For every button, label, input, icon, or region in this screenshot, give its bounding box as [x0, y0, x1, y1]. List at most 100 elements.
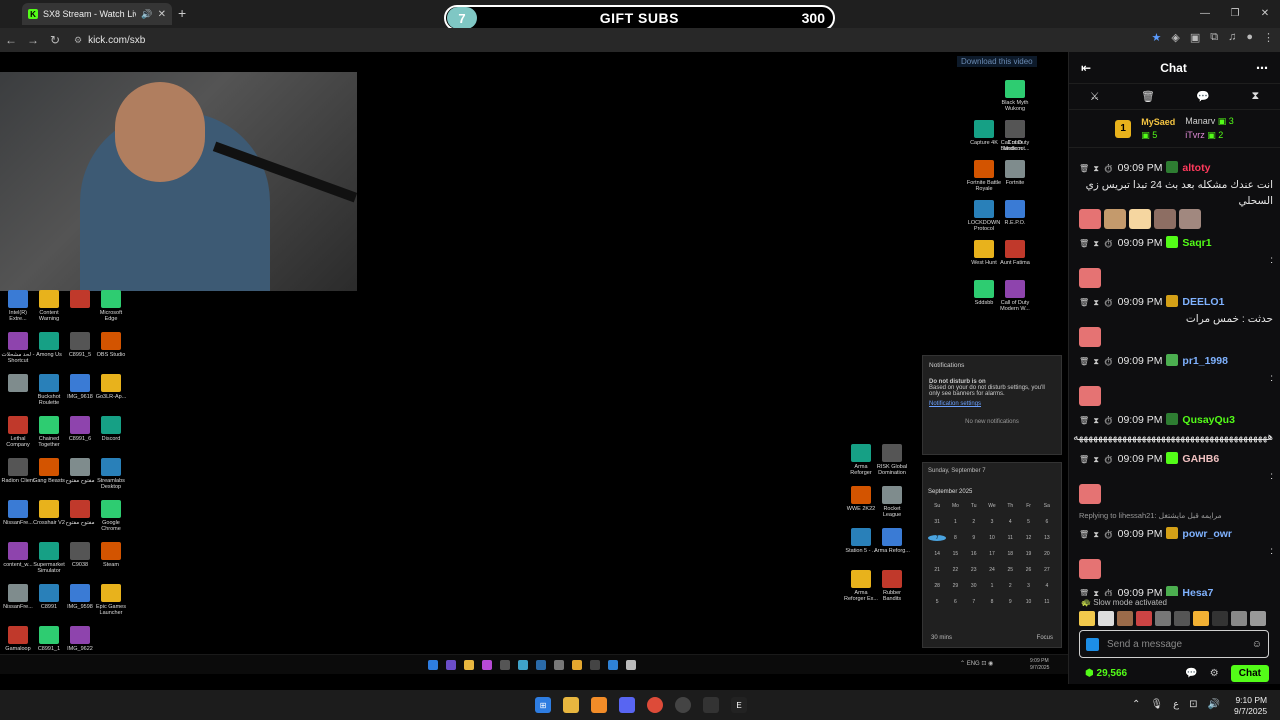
mod-action-icons[interactable]: 🗑 ⧗ ⏱	[1079, 530, 1118, 539]
calendar-day-cell[interactable]: 10	[983, 535, 1001, 541]
chat-message[interactable]: 🗑 ⧗ ⏱ 09:09 PM pr1_1998:	[1079, 353, 1273, 406]
emote-button[interactable]	[1136, 611, 1152, 626]
kick-emote-icon[interactable]	[1086, 637, 1099, 651]
bookmark-star-icon[interactable]: ★	[1151, 31, 1161, 44]
calendar-day-cell[interactable]: 8	[983, 599, 1001, 605]
calendar-day-cell[interactable]: 9	[1001, 599, 1019, 605]
mod-action-icons[interactable]: 🗑 ⧗ ⏱	[1079, 357, 1118, 366]
emote-button[interactable]	[1193, 611, 1209, 626]
calendar-day-cell[interactable]: 4	[1001, 519, 1019, 525]
calendar-day-cell[interactable]: 22	[946, 567, 964, 573]
microphone-icon[interactable]: 🎙	[1150, 699, 1163, 710]
calendar-day-cell[interactable]: 18	[1001, 551, 1019, 557]
mod-action-icons[interactable]: 🗑 ⧗ ⏱	[1079, 589, 1118, 596]
chat-options-icon[interactable]: ⋯	[1256, 61, 1268, 75]
file-explorer-icon[interactable]	[563, 697, 579, 713]
calendar-day-cell[interactable]: 8	[946, 535, 964, 541]
calendar-day-cell[interactable]: 9	[965, 535, 983, 541]
send-chat-button[interactable]: Chat	[1230, 664, 1269, 682]
chat-settings-icon[interactable]: ⚙	[1210, 668, 1219, 679]
speaker-icon[interactable]: 🔊	[141, 9, 152, 20]
trash-icon[interactable]: 🗑	[1141, 90, 1155, 103]
calendar-day-cell[interactable]: 24	[983, 567, 1001, 573]
calendar-day-cell[interactable]: 6	[1038, 519, 1056, 525]
reply-reference[interactable]: Replying to lihessah21: مرايمه قبل مايشت…	[1079, 508, 1273, 524]
download-video-link[interactable]: Download this video	[957, 56, 1037, 67]
calendar-day-cell[interactable]: 5	[1019, 519, 1037, 525]
forward-icon[interactable]: →	[22, 33, 44, 47]
emote-button[interactable]	[1155, 611, 1171, 626]
mod-action-icons[interactable]: 🗑 ⧗ ⏱	[1079, 416, 1118, 425]
close-tab-icon[interactable]: ✕	[158, 9, 166, 20]
channel-points[interactable]: ⬢ 29,566	[1085, 668, 1185, 679]
calendar-day-cell[interactable]: 7	[965, 599, 983, 605]
calendar-day-cell[interactable]: 12	[1019, 535, 1037, 541]
network-icon[interactable]: ⊡	[1189, 699, 1197, 710]
new-tab-button[interactable]: +	[178, 5, 186, 21]
notification-settings-link[interactable]: Notification settings	[929, 401, 1055, 407]
calendar-day-cell[interactable]: 13	[1038, 535, 1056, 541]
calendar-day-cell[interactable]: 1	[983, 583, 1001, 589]
emote-button[interactable]	[1098, 611, 1114, 626]
calendar-day-cell[interactable]: 14	[928, 551, 946, 557]
mod-action-icons[interactable]: 🗑 ⧗ ⏱	[1079, 298, 1118, 307]
chat-message[interactable]: 🗑 ⧗ ⏱ 09:09 PM GAHB6:	[1079, 451, 1273, 504]
calendar-day-cell[interactable]: 20	[1038, 551, 1056, 557]
puzzle-icon[interactable]: ⧉	[1210, 31, 1218, 44]
calendar-day-cell[interactable]: 17	[983, 551, 1001, 557]
emote-button[interactable]	[1231, 611, 1247, 626]
windows-start-icon[interactable]: ⊞	[535, 697, 551, 713]
chat-username[interactable]: altoty	[1182, 162, 1210, 174]
calendar-day-cell[interactable]: 3	[1019, 583, 1037, 589]
chat-username[interactable]: DEELO1	[1182, 296, 1224, 308]
chat-username[interactable]: GAHB6	[1182, 453, 1219, 465]
extension-icon[interactable]: ◈	[1171, 31, 1179, 44]
calendar-day-cell[interactable]: 15	[946, 551, 964, 557]
epic-games-icon[interactable]: E	[731, 697, 747, 713]
calendar-day-cell[interactable]: 11	[1038, 599, 1056, 605]
chat-message[interactable]: 🗑 ⧗ ⏱ 09:09 PM QusayQu3 ههههههههههههههههه…	[1073, 412, 1273, 445]
emote-button[interactable]	[1212, 611, 1228, 626]
media-icon[interactable]: ♫	[1228, 31, 1236, 44]
close-window-button[interactable]: ✕	[1250, 0, 1280, 26]
hourglass-icon[interactable]: ⧗	[1252, 90, 1260, 103]
calendar-day-cell[interactable]: 1	[946, 519, 964, 525]
chat-username[interactable]: Saqr1	[1182, 237, 1211, 249]
calendar-day-cell[interactable]: 11	[1001, 535, 1019, 541]
chrome-icon[interactable]	[647, 697, 663, 713]
emote-button[interactable]	[1174, 611, 1190, 626]
maximize-button[interactable]: ❐	[1220, 0, 1250, 26]
chat-bubble-icon[interactable]: 💬	[1196, 90, 1210, 103]
calendar-day-cell[interactable]: 26	[1019, 567, 1037, 573]
volume-icon[interactable]: 🔊	[1207, 699, 1219, 710]
calendar-day-cell[interactable]: 27	[1038, 567, 1056, 573]
language-indicator[interactable]: ع	[1173, 699, 1179, 710]
calendar-day-cell[interactable]: 16	[965, 551, 983, 557]
mod-action-icons[interactable]: 🗑 ⧗ ⏱	[1079, 239, 1118, 248]
calendar-day-cell[interactable]: 23	[965, 567, 983, 573]
profile-icon[interactable]: ●	[1246, 31, 1253, 44]
chat-message[interactable]: 🗑 ⧗ ⏱ 09:09 PM Hesa7هذي حركة مو اوكيه	[1079, 585, 1273, 596]
chat-username[interactable]: powr_owr	[1182, 528, 1232, 540]
calendar-day-cell[interactable]: 2	[965, 519, 983, 525]
chat-username[interactable]: Hesa7	[1182, 587, 1213, 596]
site-info-icon[interactable]: ⚙	[74, 35, 82, 46]
calendar-day-cell[interactable]: 31	[928, 519, 946, 525]
emote-button[interactable]	[1079, 611, 1095, 626]
calendar-day-cell[interactable]: 4	[1038, 583, 1056, 589]
calendar-day-cell[interactable]: 3	[983, 519, 1001, 525]
chat-rules-icon[interactable]: 💬	[1185, 668, 1197, 679]
calendar-day-cell[interactable]: 7	[928, 535, 947, 541]
discord-icon[interactable]	[619, 697, 635, 713]
stream-video[interactable]: Download this video Intel(R) Extre... Con…	[0, 52, 1068, 684]
calendar-day-cell[interactable]: 29	[946, 583, 964, 589]
calendar-day-cell[interactable]: 5	[928, 599, 946, 605]
leader-third[interactable]: iTvrz ▣ 2	[1185, 130, 1234, 141]
calendar-day-cell[interactable]: 10	[1019, 599, 1037, 605]
extension-icon[interactable]: ▣	[1190, 31, 1200, 44]
reload-icon[interactable]: ↻	[44, 33, 66, 47]
obs-icon[interactable]	[675, 697, 691, 713]
calendar-day-cell[interactable]: 21	[928, 567, 946, 573]
minimize-button[interactable]: —	[1190, 0, 1220, 26]
chat-username[interactable]: pr1_1998	[1182, 355, 1228, 367]
